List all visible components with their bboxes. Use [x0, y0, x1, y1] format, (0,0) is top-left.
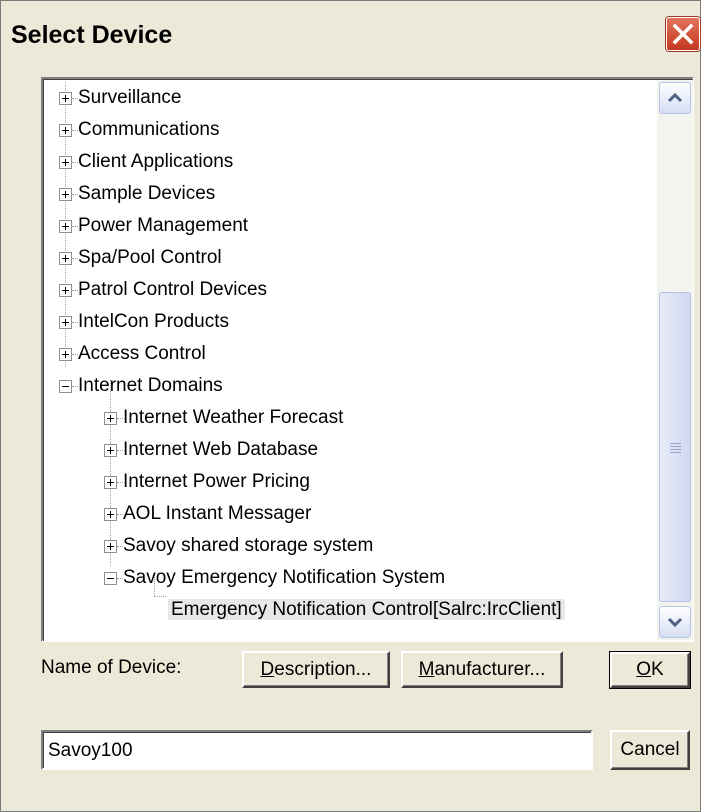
- tree-item[interactable]: Savoy shared storage system: [123, 531, 373, 561]
- device-tree[interactable]: Surveillance Communications Client Applica…: [41, 77, 694, 642]
- ok-button-label: K: [651, 659, 664, 680]
- expand-icon[interactable]: [59, 188, 72, 201]
- tree-item[interactable]: Surveillance: [78, 83, 182, 113]
- tree-item[interactable]: Power Management: [78, 211, 248, 241]
- tree-item-label: Internet Power Pricing: [123, 471, 310, 492]
- tree-connector-leaf: [154, 596, 166, 597]
- tree-item[interactable]: IntelCon Products: [78, 307, 229, 337]
- cancel-button[interactable]: Cancel: [610, 730, 690, 770]
- scroll-thumb[interactable]: [659, 292, 691, 602]
- ok-button-accesskey: O: [636, 659, 652, 680]
- close-x-icon: [672, 23, 694, 45]
- manufacturer-button-label: anufacturer...: [434, 659, 546, 680]
- tree-item-label: Access Control: [78, 343, 206, 364]
- tree-item[interactable]: Client Applications: [78, 147, 233, 177]
- expand-icon[interactable]: [104, 540, 117, 553]
- device-name-value[interactable]: Savoy100: [43, 732, 591, 768]
- tree-item[interactable]: Spa/Pool Control: [78, 243, 222, 273]
- tree-item-label: Internet Domains: [78, 375, 223, 396]
- tree-item[interactable]: Emergency Notification Control[Salrc:Irc…: [168, 595, 565, 625]
- tree-connector-internet-domains: [110, 380, 111, 566]
- tree-item-label: Internet Weather Forecast: [123, 407, 344, 428]
- description-button-label: escription...: [274, 659, 372, 680]
- expand-icon[interactable]: [59, 316, 72, 329]
- expand-icon[interactable]: [59, 220, 72, 233]
- tree-item-label: Spa/Pool Control: [78, 247, 222, 268]
- tree-content: Surveillance Communications Client Applica…: [44, 80, 654, 640]
- scroll-down-button[interactable]: [659, 606, 691, 638]
- tree-item[interactable]: Internet Domains: [78, 371, 223, 401]
- expand-icon[interactable]: [59, 348, 72, 361]
- tree-item-label: Patrol Control Devices: [78, 279, 268, 300]
- tree-item-label: Client Applications: [78, 151, 234, 172]
- expand-icon[interactable]: [59, 124, 72, 137]
- ok-button[interactable]: OK: [609, 651, 691, 689]
- tree-item-label: Power Management: [78, 215, 249, 236]
- tree-item-label: AOL Instant Messager: [123, 503, 312, 524]
- tree-item-label: Savoy Emergency Notification System: [123, 567, 446, 588]
- tree-item-label: Savoy shared storage system: [123, 535, 374, 556]
- tree-item-label: IntelCon Products: [78, 311, 230, 332]
- tree-item[interactable]: Internet Weather Forecast: [123, 403, 343, 433]
- collapse-icon[interactable]: [59, 380, 72, 393]
- expand-icon[interactable]: [104, 444, 117, 457]
- tree-item-label: Surveillance: [78, 87, 182, 108]
- close-button[interactable]: [666, 17, 700, 51]
- tree-item-label: Sample Devices: [78, 183, 216, 204]
- chevron-down-icon: [667, 617, 683, 628]
- expand-icon[interactable]: [104, 508, 117, 521]
- description-button[interactable]: Description...: [242, 651, 390, 688]
- tree-scrollbar[interactable]: [657, 80, 693, 640]
- expand-icon[interactable]: [59, 252, 72, 265]
- scroll-up-button[interactable]: [659, 82, 691, 114]
- expand-icon[interactable]: [104, 476, 117, 489]
- dialog-title: Select Device: [11, 21, 173, 49]
- chevron-up-icon: [667, 92, 683, 103]
- tree-item[interactable]: Communications: [78, 115, 220, 145]
- tree-item-label: Internet Web Database: [123, 439, 319, 460]
- tree-item-label: Emergency Notification Control[Salrc:Irc…: [168, 599, 565, 620]
- manufacturer-button[interactable]: Manufacturer...: [401, 651, 563, 688]
- description-button-accesskey: D: [260, 659, 275, 680]
- expand-icon[interactable]: [104, 412, 117, 425]
- select-device-dialog: Select Device Surveillance Communications…: [0, 0, 701, 812]
- tree-item[interactable]: Sample Devices: [78, 179, 215, 209]
- title-bar: Select Device: [1, 1, 700, 77]
- tree-item[interactable]: AOL Instant Messager: [123, 499, 311, 529]
- collapse-icon[interactable]: [104, 572, 117, 585]
- name-of-device-label: Name of Device:: [41, 657, 182, 678]
- tree-item-label: Communications: [78, 119, 220, 140]
- device-name-input[interactable]: Savoy100: [41, 730, 593, 770]
- expand-icon[interactable]: [59, 92, 72, 105]
- expand-icon[interactable]: [59, 284, 72, 297]
- tree-item[interactable]: Internet Web Database: [123, 435, 318, 465]
- tree-item[interactable]: Patrol Control Devices: [78, 275, 267, 305]
- manufacturer-button-accesskey: M: [418, 659, 435, 680]
- tree-item[interactable]: Access Control: [78, 339, 206, 369]
- tree-item[interactable]: Savoy Emergency Notification System: [123, 563, 445, 593]
- expand-icon[interactable]: [59, 156, 72, 169]
- tree-item[interactable]: Internet Power Pricing: [123, 467, 310, 497]
